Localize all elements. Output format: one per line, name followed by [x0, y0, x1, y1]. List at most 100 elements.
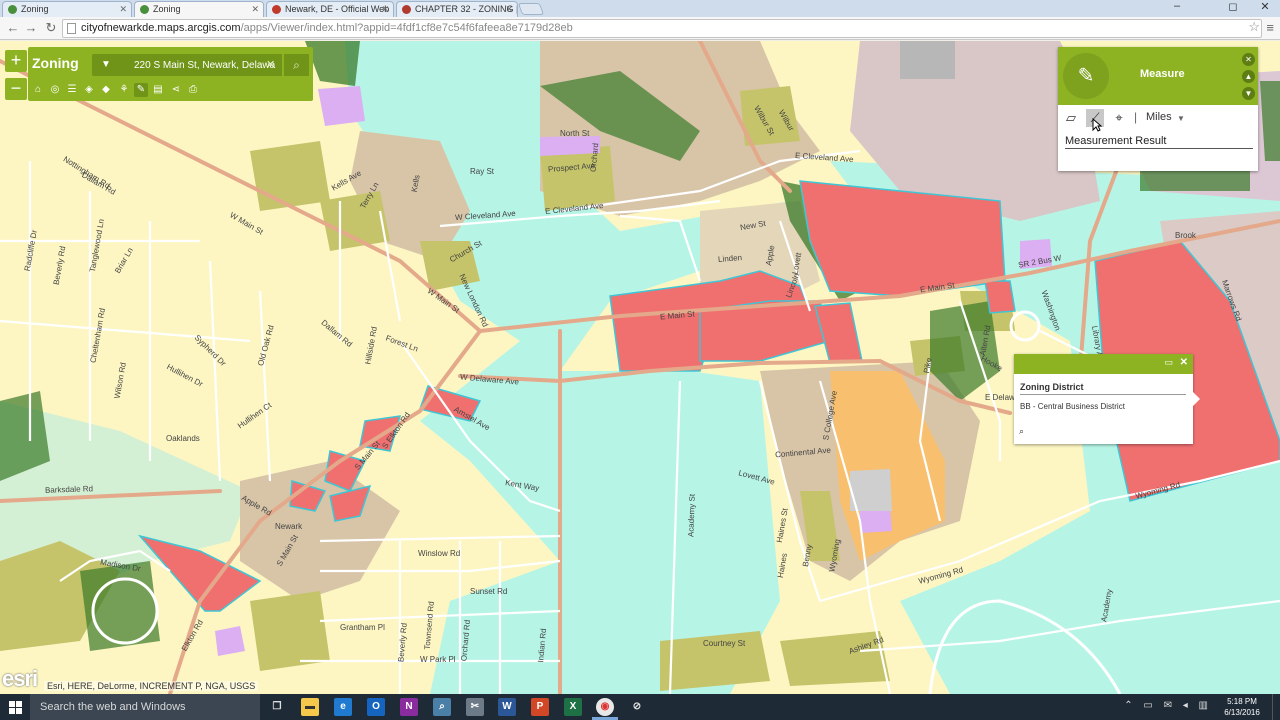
tab-title: Zoning — [153, 4, 181, 14]
minimize-button[interactable]: ‒ — [1162, 0, 1192, 16]
windows-logo-icon — [9, 708, 15, 714]
snipping-icon[interactable]: ✂ — [466, 698, 484, 716]
area-tool-icon[interactable]: ▱ — [1062, 109, 1080, 127]
screen: Zoning ✕ Zoning ✕ Newark, DE - Official … — [0, 0, 1280, 720]
word-icon[interactable]: W — [498, 698, 516, 716]
municode-favicon-icon — [402, 5, 411, 14]
close-panel-icon[interactable]: ✕ — [1242, 53, 1255, 66]
forward-button[interactable]: → — [22, 20, 40, 36]
measure-title: Measure — [1140, 68, 1185, 80]
clock-time: 5:18 PM — [1227, 697, 1257, 706]
layers-icon[interactable]: ◈ — [82, 83, 96, 97]
street-label: Barksdale Rd — [44, 484, 94, 495]
close-tab-icon[interactable]: ✕ — [251, 2, 259, 16]
zoom-controls: + − — [5, 50, 27, 106]
system-tray[interactable]: ⌃ ▭ ✉ ◂ ▥ — [1124, 700, 1212, 711]
clear-search-icon[interactable]: ✕ — [266, 58, 275, 71]
maximize-icon[interactable]: ▭ — [1164, 357, 1173, 368]
share-icon[interactable]: ⋖ — [169, 83, 183, 97]
search-button[interactable]: ⌕ — [283, 54, 309, 76]
toolbar: ⌂ ◎ ☰ ◈ ◆ ⚘ ✎ ▤ ⋖ ⎙ — [28, 83, 313, 99]
outlook-icon[interactable]: O — [367, 698, 385, 716]
tab-chapter-32[interactable]: CHAPTER 32 - ZONING | ✕ — [396, 1, 518, 17]
reload-button[interactable]: ↻ — [42, 20, 60, 36]
new-tab-button[interactable] — [517, 3, 545, 15]
tab-zoning-2[interactable]: Zoning ✕ — [134, 1, 264, 17]
magnifier-icon[interactable]: ⌕ — [433, 698, 451, 716]
home-icon[interactable]: ⌂ — [31, 83, 45, 97]
tab-zoning-1[interactable]: Zoning ✕ — [2, 1, 132, 17]
popup-pointer — [1193, 392, 1200, 406]
measure-tools: ▱ ⟋ ⌖ | Miles ▼ — [1062, 109, 1252, 127]
back-button[interactable]: ← — [4, 20, 22, 36]
popup-title: Zoning District — [1020, 382, 1186, 395]
misc-app-icon[interactable]: ⊘ — [628, 698, 646, 716]
measure-panel: ✎ Measure ✕ ▲ ▼ ▱ ⟋ ⌖ | Miles ▼ Measurem… — [1058, 47, 1258, 171]
list-icon[interactable]: ☰ — [65, 83, 79, 97]
street-label: Winslow Rd — [418, 549, 461, 558]
zoom-in-button[interactable]: + — [5, 50, 27, 72]
arcgis-favicon-icon — [140, 5, 149, 14]
zoom-to-icon[interactable]: ⌕ — [1019, 426, 1024, 437]
street-label: Oaklands — [166, 434, 200, 443]
excel-icon[interactable]: X — [564, 698, 582, 716]
powerpoint-icon[interactable]: P — [531, 698, 549, 716]
browser-menu-icon[interactable]: ≡ — [1266, 20, 1274, 35]
url-field[interactable]: cityofnewarkde.maps.arcgis.com/apps/View… — [62, 19, 1262, 38]
bookmarks-icon[interactable]: ⚘ — [117, 83, 131, 97]
maximize-button[interactable]: ◻ — [1218, 0, 1248, 16]
basemap-icon[interactable]: ◆ — [99, 83, 113, 97]
measure-icon[interactable]: ✎ — [134, 83, 148, 97]
clock-date: 6/13/2016 — [1224, 708, 1260, 717]
page-icon — [67, 23, 76, 34]
street-label: Courtney St — [703, 639, 746, 648]
tab-newark-official[interactable]: Newark, DE - Official Web ✕ — [266, 1, 394, 17]
feature-popup: ▭ ✕ Zoning District BB - Central Busines… — [1014, 354, 1200, 444]
chrome-icon[interactable]: ◉ — [596, 698, 614, 716]
street-label: Brook — [1175, 231, 1196, 240]
arcgis-favicon-icon — [8, 5, 17, 14]
taskbar-clock[interactable]: 5:18 PM 6/13/2016 — [1216, 696, 1268, 718]
file-explorer-icon[interactable]: ▬ — [301, 698, 319, 716]
street-label: Ray St — [470, 167, 495, 176]
onenote-icon[interactable]: N — [400, 698, 418, 716]
url-path: /apps/Viewer/index.html?appid=4fdf1cf8e7… — [240, 22, 573, 34]
close-tab-icon[interactable]: ✕ — [119, 2, 127, 16]
windows-taskbar: Search the web and Windows ❐ ▬ e O N ⌕ ✂… — [0, 694, 1280, 720]
edge-icon[interactable]: e — [334, 698, 352, 716]
expand-down-icon[interactable]: ▼ — [1242, 87, 1255, 100]
windows-logo-icon — [16, 708, 22, 714]
bookmark-star-icon[interactable]: ☆ — [1248, 19, 1260, 35]
search-input[interactable] — [120, 54, 282, 76]
task-view-icon[interactable]: ❐ — [268, 698, 286, 716]
app-title: Zoning — [32, 55, 79, 71]
location-tool-icon[interactable]: ⌖ — [1110, 109, 1128, 127]
url-host: cityofnewarkde.maps.arcgis.com — [81, 22, 241, 34]
zoom-out-button[interactable]: − — [5, 78, 27, 100]
taskbar-search-box[interactable]: Search the web and Windows — [30, 694, 260, 720]
close-tab-icon[interactable]: ✕ — [381, 2, 389, 16]
search-source-dropdown[interactable]: ▼ — [92, 54, 120, 76]
collapse-up-icon[interactable]: ▲ — [1242, 70, 1255, 83]
close-tab-icon[interactable]: ✕ — [505, 2, 513, 16]
street-label: Sunset Rd — [470, 587, 508, 596]
close-window-button[interactable]: ✕ — [1250, 0, 1280, 16]
locate-icon[interactable]: ◎ — [48, 83, 62, 97]
unit-caret-icon[interactable]: ▼ — [1177, 114, 1185, 123]
mouse-cursor-icon — [1092, 118, 1102, 132]
address-bar-row: ← → ↻ cityofnewarkde.maps.arcgis.com/app… — [0, 17, 1280, 40]
print-icon[interactable]: ⎙ — [186, 83, 200, 97]
unit-select[interactable]: Miles — [1146, 111, 1172, 123]
details-icon[interactable]: ▤ — [151, 83, 165, 97]
newark-favicon-icon — [272, 5, 281, 14]
show-desktop-button[interactable] — [1272, 694, 1280, 720]
measurement-result-label: Measurement Result — [1065, 135, 1253, 149]
tab-title: Newark, DE - Official Web — [285, 4, 390, 14]
start-button[interactable] — [0, 694, 30, 720]
popup-header: ▭ ✕ — [1014, 354, 1193, 374]
esri-logo: esri — [2, 666, 38, 691]
close-popup-icon[interactable]: ✕ — [1180, 357, 1188, 368]
street-label: W Park Pl — [420, 655, 456, 664]
street-label: Academy St — [686, 493, 697, 538]
popup-value: BB - Central Business District — [1020, 402, 1125, 411]
